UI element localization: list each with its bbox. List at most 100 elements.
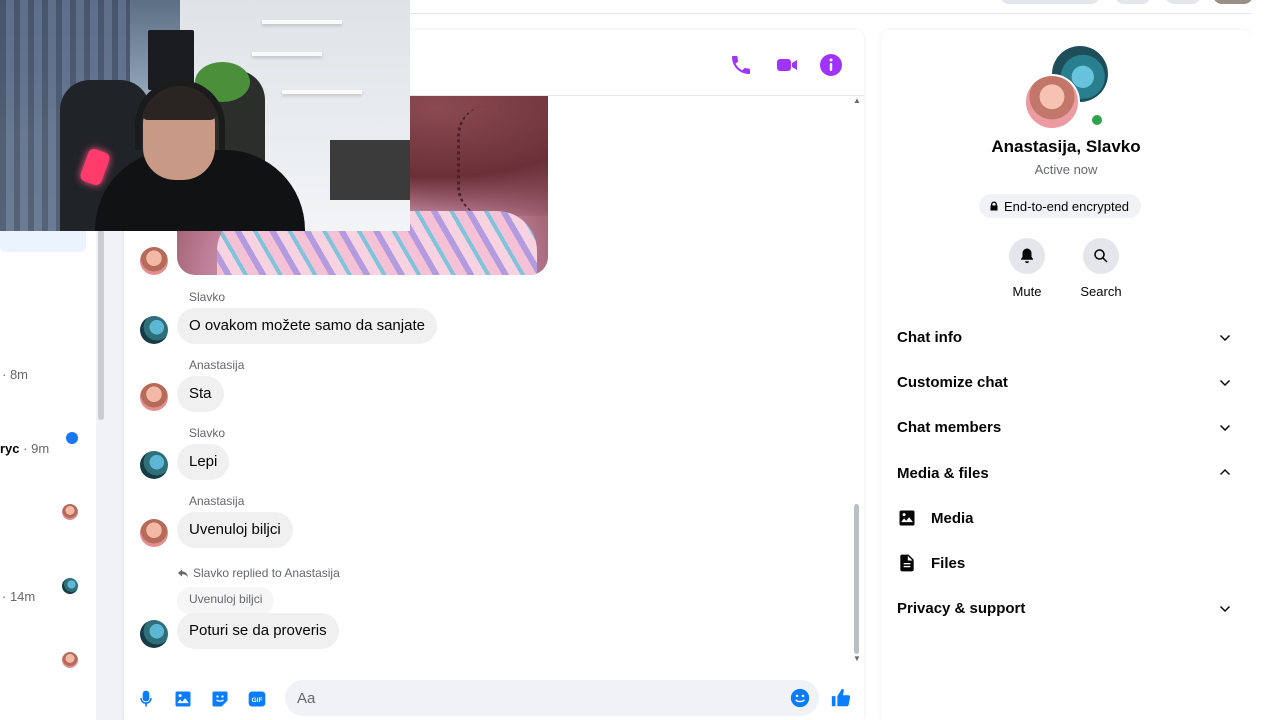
message-input[interactable] [285, 680, 819, 716]
files-item[interactable]: Files [897, 541, 1235, 585]
attach-photo-button[interactable] [172, 688, 194, 710]
avatar-anastasija[interactable] [140, 519, 168, 547]
seen-avatar [62, 504, 78, 520]
section-label: Media & files [897, 464, 989, 482]
seen-avatar [62, 652, 78, 668]
search-label: Search [1080, 284, 1122, 299]
image-icon [899, 510, 915, 526]
audio-call-button[interactable] [726, 50, 756, 80]
webcam-shelf [262, 20, 342, 24]
encryption-label: End-to-end encrypted [1004, 198, 1130, 214]
message-composer: GIF [124, 676, 864, 720]
photo-braid [457, 106, 517, 216]
chevron-down-icon [1220, 380, 1230, 386]
message-sender: Anastasija [189, 358, 245, 372]
sticker-icon [212, 691, 228, 707]
webcam-overlay [0, 0, 410, 231]
message-sender: Anastasija [189, 494, 245, 508]
reply-note-text: Slavko replied to Anastasija [193, 566, 340, 580]
conversation-snippet[interactable]: ryc · 9m [0, 441, 49, 456]
lock-icon [990, 201, 998, 211]
gif-button[interactable]: GIF [246, 688, 268, 710]
chevron-down-icon [1220, 425, 1230, 431]
conversation-time: · 8m [2, 367, 28, 382]
conversation-title: Anastasija, Slavko [991, 137, 1141, 156]
chat-scrollbar[interactable]: ▲ ▼ [850, 96, 864, 666]
file-icon [900, 554, 914, 572]
account-avatar[interactable] [1213, 0, 1253, 4]
scrollbar-thumb[interactable] [98, 230, 104, 420]
scrollbar-thumb[interactable] [854, 504, 859, 654]
webcam-desk [330, 140, 410, 200]
encryption-badge[interactable]: End-to-end encrypted [979, 194, 1142, 218]
conversation-time: · 14m [2, 589, 36, 604]
search-circle [1083, 238, 1119, 274]
scroll-up-arrow[interactable]: ▲ [853, 96, 861, 105]
selected-conversation[interactable] [0, 228, 86, 252]
gif-icon: GIF [248, 691, 266, 707]
sticker-button[interactable] [209, 688, 231, 710]
message-bubble[interactable]: Poturi se da proveris [177, 613, 339, 649]
message-sender: Slavko [189, 290, 226, 304]
avatar-slavko[interactable] [140, 620, 168, 648]
bell-icon [1021, 248, 1033, 264]
message-bubble[interactable]: Sta [177, 376, 224, 412]
conversation-info-button[interactable] [816, 50, 846, 80]
conversation-time: · 9m [19, 441, 50, 456]
group-avatar[interactable] [1024, 46, 1114, 132]
media-label: Media [931, 509, 974, 527]
privacy-support-section[interactable]: Privacy & support [897, 586, 1235, 630]
microphone-icon [140, 690, 152, 707]
reply-arrow-icon [178, 569, 188, 578]
top-navigation-bar [410, 0, 1280, 14]
message-bubble[interactable]: Lepi [177, 444, 230, 480]
section-label: Customize chat [897, 373, 1008, 391]
page-margin [1251, 0, 1280, 720]
conversation-name-fragment: ryc [0, 441, 20, 456]
avatar-slavko[interactable] [140, 451, 168, 479]
chevron-down-icon [1220, 335, 1230, 341]
thumbs-up-icon[interactable] [830, 687, 852, 709]
top-search-pill[interactable] [1000, 0, 1100, 4]
webcam-shelf [252, 52, 322, 56]
chevron-up-icon [1220, 469, 1230, 475]
avatar-anastasija[interactable] [140, 247, 168, 275]
customize-chat-section[interactable]: Customize chat [897, 360, 1235, 404]
info-icon [820, 54, 842, 76]
chat-info-section[interactable]: Chat info [897, 315, 1235, 359]
seen-avatar [62, 578, 78, 594]
conversation-details-panel: Anastasija, Slavko Active now End-to-end… [881, 30, 1251, 720]
avatar-slavko[interactable] [140, 316, 168, 344]
image-icon [175, 691, 191, 707]
media-files-section[interactable]: Media & files [897, 451, 1235, 495]
files-label: Files [931, 554, 966, 572]
video-call-button[interactable] [772, 50, 802, 80]
section-label: Privacy & support [897, 599, 1026, 617]
top-icon-button[interactable] [1115, 0, 1151, 4]
message-bubble[interactable]: Uvenuloj biljci [177, 512, 293, 548]
reply-indicator: Slavko replied to Anastasija [177, 566, 340, 580]
scroll-down-arrow[interactable]: ▼ [853, 654, 861, 663]
voice-clip-button[interactable] [135, 688, 157, 710]
top-icon-button[interactable] [1165, 0, 1201, 4]
mute-label: Mute [1012, 284, 1042, 299]
webcam-shelf [282, 90, 362, 94]
section-label: Chat info [897, 328, 962, 346]
avatar-anastasija[interactable] [140, 383, 168, 411]
chat-members-section[interactable]: Chat members [897, 405, 1235, 449]
emoji-icon[interactable] [790, 688, 810, 708]
phone-icon [732, 56, 750, 74]
media-item[interactable]: Media [897, 496, 1235, 540]
member-avatar [1024, 74, 1080, 130]
message-bubble[interactable]: O ovakom možete samo da sanjate [177, 308, 437, 344]
quoted-message[interactable]: Uvenuloj biljci [177, 587, 275, 615]
active-status: Active now [1034, 162, 1098, 177]
chevron-down-icon [1220, 606, 1230, 612]
mute-circle [1009, 238, 1045, 274]
message-sender: Slavko [189, 426, 226, 440]
search-button[interactable]: Search [1071, 238, 1131, 299]
svg-text:GIF: GIF [251, 697, 262, 704]
online-indicator [1089, 112, 1105, 128]
mute-button[interactable]: Mute [997, 238, 1057, 299]
section-label: Chat members [897, 418, 1002, 436]
